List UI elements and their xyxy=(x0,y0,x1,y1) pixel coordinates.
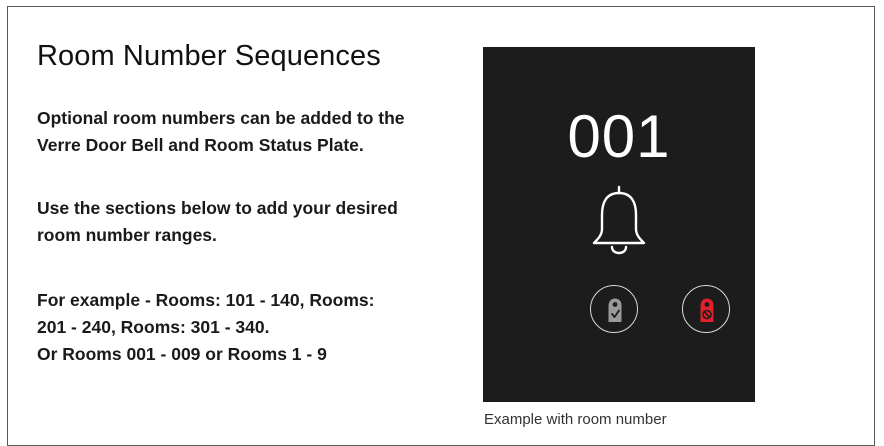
example-line: For example - Rooms: 101 - 140, Rooms: xyxy=(37,290,375,310)
room-number-sequences-card: Room Number Sequences Optional room numb… xyxy=(7,6,875,446)
bell-icon xyxy=(592,185,646,255)
example-line: 201 - 240, Rooms: 301 - 340. xyxy=(37,317,270,337)
door-plate-preview: 001 xyxy=(483,47,755,402)
page-title: Room Number Sequences xyxy=(37,40,381,72)
example-paragraph: For example - Rooms: 101 - 140, Rooms: 2… xyxy=(37,287,477,368)
do-not-disturb-hanger-icon xyxy=(700,298,714,322)
example-line: Or Rooms 001 - 009 or Rooms 1 - 9 xyxy=(37,344,327,364)
instructions-line: room number ranges. xyxy=(37,225,217,245)
intro-line: Optional room numbers can be added to th… xyxy=(37,108,405,128)
preview-caption: Example with room number xyxy=(484,411,667,428)
intro-line: Verre Door Bell and Room Status Plate. xyxy=(37,135,364,155)
room-available-hanger-icon xyxy=(608,298,622,322)
intro-paragraph: Optional room numbers can be added to th… xyxy=(37,105,477,159)
room-number-display: 001 xyxy=(567,103,671,170)
instructions-line: Use the sections below to add your desir… xyxy=(37,198,398,218)
do-not-disturb-button xyxy=(682,285,730,333)
instructions-paragraph: Use the sections below to add your desir… xyxy=(37,195,477,249)
room-available-button xyxy=(590,285,638,333)
